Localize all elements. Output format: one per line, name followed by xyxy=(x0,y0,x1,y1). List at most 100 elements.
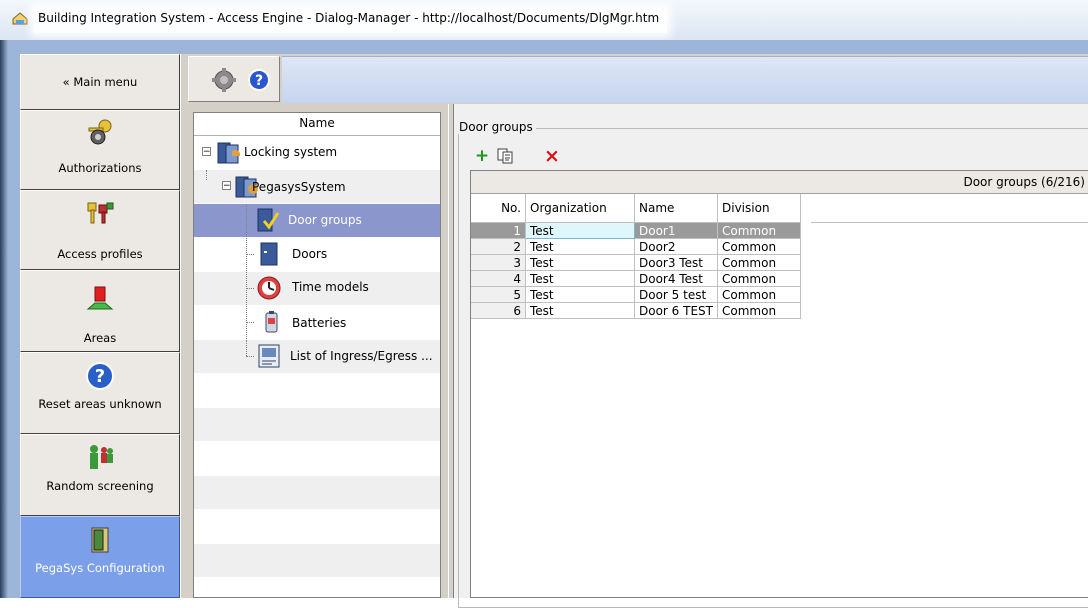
people-icon xyxy=(90,445,113,469)
column-header-no[interactable]: No. xyxy=(471,194,526,223)
tree-item-label: Doors xyxy=(292,247,328,261)
cell-no: 4 xyxy=(471,270,526,287)
tree-item-label: Locking system xyxy=(244,145,338,159)
column-header-name[interactable]: Name xyxy=(634,194,718,223)
door-icon xyxy=(260,242,278,266)
nav-separator xyxy=(180,54,188,598)
tree-item-time-models[interactable]: Time models xyxy=(194,272,440,306)
window-title: Building Integration System - Access Eng… xyxy=(34,8,668,33)
cell-division: Common xyxy=(717,238,801,255)
nav-item-areas[interactable]: Areas xyxy=(20,270,180,352)
grid-header-filler xyxy=(811,194,1088,223)
cell-division: Common xyxy=(717,270,801,287)
add-button[interactable]: + xyxy=(472,146,492,166)
cell-division: Common xyxy=(717,254,801,271)
cell-no: 1 xyxy=(471,222,526,239)
collapse-toggle[interactable]: − xyxy=(222,181,231,191)
tree-connector xyxy=(246,288,254,289)
tree-panel: Name − Locking system − PegasysSystem Do… xyxy=(188,104,448,598)
table-row[interactable]: 3 Test Door3 Test Common xyxy=(471,254,801,271)
tree-column-header[interactable]: Name xyxy=(194,113,440,136)
tree-empty-row xyxy=(194,442,440,476)
cell-name: Door4 Test xyxy=(634,270,718,287)
help-icon[interactable]: ? xyxy=(247,68,271,92)
nav-item-pegasys-configuration[interactable]: PegaSys Configuration xyxy=(20,516,180,598)
battery-icon xyxy=(265,311,278,333)
table-row[interactable]: 1 Test Door1 Common xyxy=(471,222,801,239)
door-groups-panel: Door groups + × Door groups (6/216) No. … xyxy=(454,104,1088,608)
nav-item-label: Access profiles xyxy=(57,247,143,261)
cell-name: Door 6 TEST xyxy=(634,302,718,319)
tree-item-doors[interactable]: Doors xyxy=(194,238,440,272)
group-title: Door groups xyxy=(456,120,536,134)
cell-no: 2 xyxy=(471,238,526,255)
svg-text:?: ? xyxy=(255,73,263,89)
nav-item-random-screening[interactable]: Random screening xyxy=(20,434,180,516)
tree-item-label: Time models xyxy=(292,280,369,294)
clock-icon xyxy=(257,276,281,300)
gear-icon[interactable] xyxy=(211,67,237,93)
keys-icon xyxy=(88,119,112,145)
window-frame-edge xyxy=(0,40,8,598)
cell-organization: Test xyxy=(525,238,635,255)
table-row[interactable]: 5 Test Door 5 test Common xyxy=(471,286,801,303)
nav-item-label: Random screening xyxy=(46,479,154,493)
cell-name: Door3 Test xyxy=(634,254,718,271)
cell-organization: Test xyxy=(525,270,635,287)
tree-item-ingress-egress-list[interactable]: List of Ingress/Egress ... xyxy=(194,340,440,374)
svg-text:?: ? xyxy=(95,366,105,387)
tree-empty-row xyxy=(194,510,440,544)
key-ring-icon xyxy=(87,202,114,224)
tree-empty-row xyxy=(194,544,440,578)
nav-item-authorizations[interactable]: Authorizations xyxy=(20,110,180,190)
tree-empty-row xyxy=(194,374,440,408)
toolbar-area xyxy=(282,56,1088,103)
column-header-organization[interactable]: Organization xyxy=(525,194,635,223)
door-group-icon xyxy=(257,208,280,232)
cell-division: Common xyxy=(717,222,801,239)
nav-item-label: Areas xyxy=(83,331,117,345)
tree-connector xyxy=(246,204,247,237)
cell-name: Door2 xyxy=(634,238,718,255)
nav-item-access-profiles[interactable]: Access profiles xyxy=(20,190,180,270)
tree-empty-row xyxy=(194,408,440,442)
column-header-division[interactable]: Division xyxy=(717,194,801,223)
locking-system-icon xyxy=(217,142,241,164)
cell-organization: Test xyxy=(525,286,635,303)
tree-view[interactable]: Name − Locking system − PegasysSystem Do… xyxy=(193,112,441,598)
tree-item-label: Batteries xyxy=(292,316,347,330)
door-groups-grid[interactable]: Door groups (6/216) No. Organization Nam… xyxy=(470,170,1088,598)
nav-item-reset-areas-unknown[interactable]: ? Reset areas unknown xyxy=(20,352,180,434)
cell-organization[interactable]: Test xyxy=(525,222,635,239)
cell-division: Common xyxy=(717,302,801,319)
tree-item-batteries[interactable]: Batteries xyxy=(194,306,440,340)
main-navigation: « Main menu Authorizations Access profil… xyxy=(20,54,180,598)
main-menu-button[interactable]: « Main menu xyxy=(20,54,180,110)
collapse-toggle[interactable]: − xyxy=(202,147,211,157)
tree-item-door-groups[interactable]: Door groups xyxy=(194,204,440,238)
tree-item-label: PegasysSystem xyxy=(252,180,346,194)
tree-item-pegasys-system[interactable]: − PegasysSystem xyxy=(194,170,440,204)
cell-organization: Test xyxy=(525,302,635,319)
table-row[interactable]: 4 Test Door4 Test Common xyxy=(471,270,801,287)
table-row[interactable]: 2 Test Door2 Common xyxy=(471,238,801,255)
area-marker-icon xyxy=(86,286,114,310)
table-row[interactable]: 6 Test Door 6 TEST Common xyxy=(471,302,801,319)
cell-division: Common xyxy=(717,286,801,303)
main-menu-label: « Main menu xyxy=(62,75,138,89)
tree-connector xyxy=(246,356,254,357)
delete-button[interactable]: × xyxy=(542,146,562,166)
title-bar[interactable]: Building Integration System - Access Eng… xyxy=(0,0,1088,40)
cell-name: Door1 xyxy=(634,222,718,239)
tree-empty-row xyxy=(194,476,440,510)
tree-item-locking-system[interactable]: − Locking system xyxy=(194,136,440,170)
copy-icon[interactable] xyxy=(496,147,514,165)
nav-item-label: PegaSys Configuration xyxy=(35,561,165,575)
cell-no: 5 xyxy=(471,286,526,303)
cell-no: 3 xyxy=(471,254,526,271)
tree-connector xyxy=(246,322,254,323)
tree-connector xyxy=(246,340,247,356)
cell-name: Door 5 test xyxy=(634,286,718,303)
tree-connector xyxy=(246,254,254,255)
door-icon xyxy=(91,527,109,553)
